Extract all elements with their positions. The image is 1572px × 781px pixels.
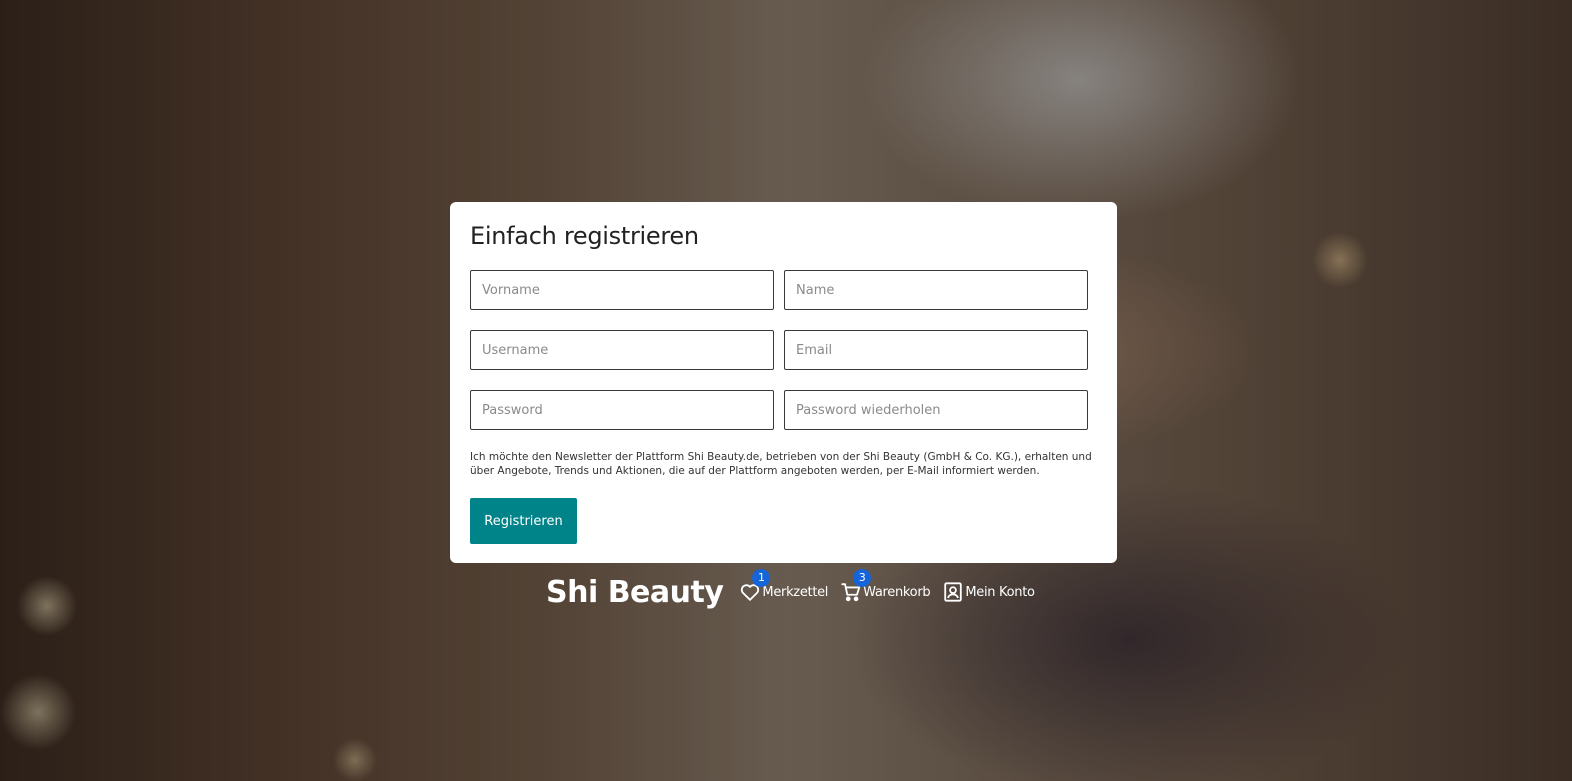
user-icon [942,581,964,603]
cart-link[interactable]: 3 Warenkorb [840,569,931,603]
password-field[interactable] [470,390,774,430]
email-field[interactable] [784,330,1088,370]
account-label: Mein Konto [965,584,1035,600]
name-field[interactable] [784,270,1088,310]
password-repeat-field[interactable] [784,390,1088,430]
footer-nav: Shi Beauty 1 Merkzettel 3 Warenkorb Mein… [546,569,1047,612]
vorname-field[interactable] [470,270,774,310]
cart-count-badge: 3 [853,569,872,587]
username-field[interactable] [470,330,774,370]
cart-label: Warenkorb [863,584,931,600]
account-link[interactable]: Mein Konto [942,581,1035,603]
register-button[interactable]: Registrieren [470,498,577,544]
brand-logo[interactable]: Shi Beauty [546,575,724,610]
registration-card: Einfach registrieren Ich möchte den News… [450,202,1117,563]
form-title: Einfach registrieren [470,222,699,250]
newsletter-consent-text: Ich möchte den Newsletter der Plattform … [470,451,1092,477]
wishlist-label: Merkzettel [762,584,829,600]
wishlist-link[interactable]: 1 Merkzettel [739,569,829,603]
